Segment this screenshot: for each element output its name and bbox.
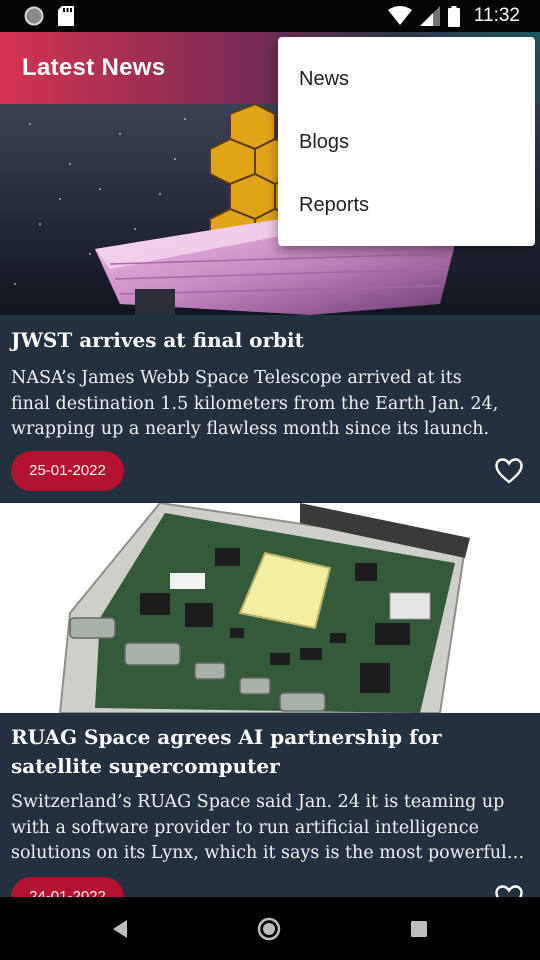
navigation-bar xyxy=(0,897,540,960)
menu-item-blogs[interactable]: Blogs xyxy=(278,111,535,174)
overflow-menu: News Blogs Reports xyxy=(278,37,535,246)
menu-item-reports[interactable]: Reports xyxy=(278,174,535,237)
circuit-board-image xyxy=(0,501,540,714)
article-description: NASA’s James Webb Space Telescope arrive… xyxy=(11,366,531,443)
status-time: 11:32 xyxy=(473,5,520,26)
app-title: Latest News xyxy=(22,54,166,81)
status-bar: 11:32 xyxy=(0,0,540,32)
wifi-icon xyxy=(387,6,412,25)
article-description-line: with a software provider to run artifici… xyxy=(11,817,479,838)
signal-icon xyxy=(419,6,440,26)
article-description-line: wrapping up a nearly flawless month sinc… xyxy=(11,419,490,439)
home-icon[interactable] xyxy=(257,917,281,941)
date-badge: 25-01-2022 xyxy=(11,451,124,491)
back-icon[interactable] xyxy=(111,919,129,939)
article-description-line: final destination 1.5 kilometers from th… xyxy=(11,393,499,414)
article-description-line: solutions on its Lynx, which it says is … xyxy=(11,843,526,863)
heart-outline-icon[interactable] xyxy=(495,458,523,484)
article-description-line: NASA’s James Webb Space Telescope arrive… xyxy=(11,368,462,388)
article-title[interactable]: JWST arrives at final orbit xyxy=(11,326,526,355)
sd-card-icon xyxy=(58,6,74,26)
article-description: Switzerland’s RUAG Space said Jan. 24 it… xyxy=(11,790,531,867)
circle-notification-icon xyxy=(24,6,44,26)
menu-item-news[interactable]: News xyxy=(278,48,535,111)
recents-icon[interactable] xyxy=(411,921,427,937)
battery-icon xyxy=(447,5,460,27)
news-card[interactable]: RUAG Space agrees AI partnership for sat… xyxy=(0,501,540,917)
article-title[interactable]: RUAG Space agrees AI partnership for sat… xyxy=(11,723,526,781)
article-description-line: Switzerland’s RUAG Space said Jan. 24 it… xyxy=(11,792,505,812)
